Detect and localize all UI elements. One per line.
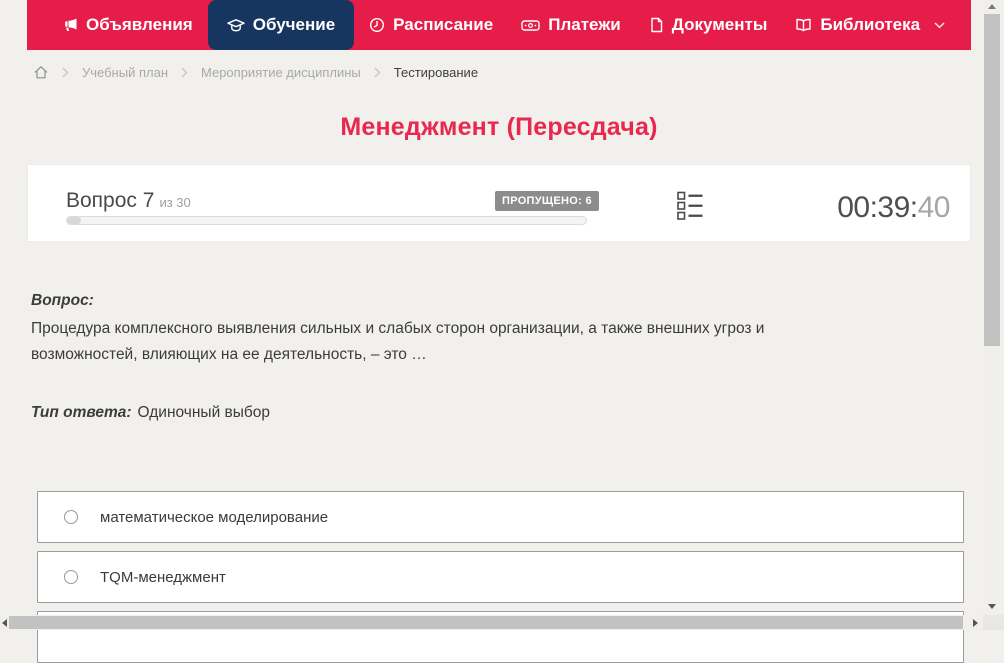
- banknote-icon: [521, 19, 540, 31]
- answer-option-label: TQM-менеджмент: [100, 568, 226, 586]
- radio-button[interactable]: [64, 510, 78, 524]
- progress-bar: [66, 216, 587, 225]
- skipped-badge: ПРОПУЩЕНО: 6: [495, 191, 599, 211]
- nav-item-education[interactable]: Обучение: [207, 0, 355, 50]
- document-icon: [651, 17, 662, 33]
- breadcrumb-item-testing: Тестирование: [393, 64, 479, 80]
- chevron-right-icon: [62, 67, 69, 77]
- vertical-scrollbar[interactable]: [983, 0, 1001, 615]
- radio-button[interactable]: [64, 570, 78, 584]
- megaphone-icon: [65, 18, 77, 31]
- scroll-left-arrow[interactable]: [2, 619, 7, 627]
- chevron-down-icon: [934, 21, 945, 29]
- scroll-up-arrow[interactable]: [988, 4, 996, 9]
- nav-item-library[interactable]: Библиотека: [781, 0, 959, 50]
- answer-option-label: математическое моделирование: [100, 508, 329, 526]
- horizontal-scrollbar-thumb[interactable]: [9, 616, 963, 629]
- home-icon[interactable]: [33, 64, 49, 81]
- question-text: Процедура комплексного выявления сильных…: [31, 320, 765, 363]
- breadcrumb-item-discipline-event[interactable]: Мероприятие дисциплины: [201, 65, 361, 80]
- answer-type: Тип ответа: Одиночный выбор: [31, 404, 270, 422]
- nav-item-label: Обучение: [252, 15, 336, 34]
- clock-icon: [370, 17, 385, 33]
- book-icon: [796, 18, 812, 31]
- graduation-cap-icon: [227, 18, 245, 31]
- nav-item-label: Библиотека: [820, 15, 921, 34]
- vertical-scrollbar-thumb[interactable]: [984, 14, 1000, 346]
- question-number: Вопрос 7 из 30: [66, 189, 191, 212]
- nav-item-payments[interactable]: Платежи: [507, 0, 635, 50]
- scrollbar-corner: [983, 615, 1004, 630]
- breadcrumb-item-curriculum[interactable]: Учебный план: [82, 65, 168, 80]
- scroll-down-arrow[interactable]: [988, 604, 996, 609]
- breadcrumb: Учебный план Мероприятие дисциплины Тест…: [33, 62, 478, 82]
- nav-item-schedule[interactable]: Расписание: [355, 0, 507, 50]
- chevron-right-icon: [181, 67, 188, 77]
- question-label: Вопрос:: [31, 292, 94, 309]
- nav-item-label: Документы: [671, 15, 768, 34]
- nav-item-documents[interactable]: Документы: [635, 0, 782, 50]
- nav-item-label: Платежи: [548, 15, 621, 34]
- nav-item-label: Расписание: [393, 15, 494, 34]
- nav-item-label: Объявления: [86, 15, 193, 34]
- timer-minutes: 00:39:: [837, 191, 918, 224]
- answer-option-2[interactable]: TQM-менеджмент: [37, 551, 964, 603]
- timer: 00:39:40: [837, 191, 950, 225]
- answer-type-value: Одиночный выбор: [137, 404, 271, 421]
- question-list-icon[interactable]: [677, 191, 703, 226]
- question-total: из 30: [159, 195, 191, 210]
- chevron-right-icon: [374, 67, 381, 77]
- question-header-card: Вопрос 7 из 30 ПРОПУЩЕНО: 6 00:39:40: [27, 164, 971, 242]
- nav-item-announcements[interactable]: Объявления: [48, 0, 207, 50]
- page-title: Менеджмент (Пересдача): [340, 113, 658, 141]
- timer-seconds: 40: [917, 191, 951, 224]
- progress-bar-fill: [67, 217, 81, 224]
- answer-option-1[interactable]: математическое моделирование: [37, 491, 964, 543]
- lms-test-page: Объявления Обучение Расписание Платежи Д…: [0, 0, 1004, 663]
- scroll-right-arrow[interactable]: [973, 619, 978, 627]
- horizontal-scrollbar[interactable]: [0, 615, 983, 630]
- answer-type-label: Тип ответа:: [31, 404, 132, 421]
- main-nav: Объявления Обучение Расписание Платежи Д…: [27, 0, 971, 50]
